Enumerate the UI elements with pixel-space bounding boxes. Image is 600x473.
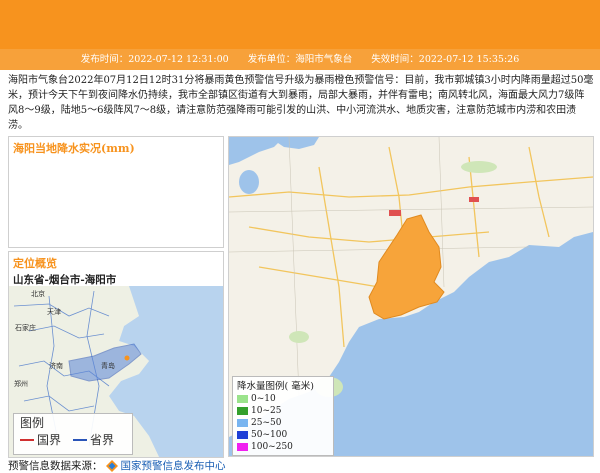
publish-time: 发布时间：2022-07-12 12:31:00	[80, 54, 229, 65]
overview-legend-title: 图例	[20, 416, 45, 430]
warning-center-logo-icon	[105, 459, 118, 472]
rainfall-legend: 降水量图例( 毫米) 0~10 10~25 25~50 50~100 100~2…	[232, 376, 334, 456]
legend-swatch-3	[237, 431, 248, 439]
legend-border: 国界	[37, 433, 62, 447]
rainfall-map[interactable]: 降水量图例( 毫米) 0~10 10~25 25~50 50~100 100~2…	[228, 136, 594, 457]
legend-swatch-2	[237, 419, 248, 427]
legend-item-1: 10~25	[233, 405, 333, 417]
map-label-qingdao: 青岛	[101, 361, 115, 370]
legend-label-1: 10~25	[251, 406, 282, 416]
legend-province: 省界	[90, 433, 115, 447]
legend-swatch-0	[237, 395, 248, 403]
legend-label-4: 100~250	[251, 442, 293, 452]
rain-panel-title: 海阳当地降水实况(mm)	[13, 142, 135, 155]
rain-panel: 海阳当地降水实况(mm)	[8, 136, 224, 248]
top-banner	[0, 0, 600, 49]
map-label-tianjin: 天津	[47, 308, 61, 316]
publisher: 发布单位：海阳市气象台	[247, 54, 353, 65]
legend-label-3: 50~100	[251, 430, 288, 440]
legend-swatch-4	[237, 443, 248, 451]
map-label-shijiazhuang: 石家庄	[15, 323, 36, 332]
border-line-icon	[20, 438, 34, 441]
province-line-icon	[73, 438, 88, 441]
map-label-zhengzhou: 郑州	[14, 380, 28, 388]
legend-label-2: 25~50	[251, 418, 282, 428]
legend-swatch-1	[237, 407, 248, 415]
overview-map[interactable]: 北京 天津 石家庄 济南 青岛 郑州 图例 国界 省界	[9, 286, 223, 457]
location-panel-title: 定位概览	[13, 257, 57, 270]
warning-description: 海阳市气象台2022年07月12日12时31分将暴雨黄色预警信号升级为暴雨橙色预…	[8, 75, 594, 131]
city-marker-rushan	[469, 197, 479, 202]
legend-item-2: 25~50	[233, 417, 333, 429]
legend-item-3: 50~100	[233, 429, 333, 441]
location-panel: 定位概览 山东省-烟台市-海阳市 北京 天津 石家庄 济南 青岛 郑州 图例 国…	[8, 251, 224, 458]
legend-item-4: 100~250	[233, 441, 333, 453]
haiyang-marker	[124, 355, 130, 361]
legend-item-0: 0~10	[233, 393, 333, 405]
map-label-beijing: 北京	[31, 289, 45, 298]
city-marker-laiyang	[389, 210, 401, 216]
overview-legend-row: 国界 省界	[14, 431, 132, 448]
info-bar: 发布时间：2022-07-12 12:31:00 发布单位：海阳市气象台 失效时…	[0, 49, 600, 70]
map-label-jinan: 济南	[49, 361, 63, 370]
legend-label-0: 0~10	[251, 394, 276, 404]
expire-time: 失效时间：2022-07-12 15:35:26	[371, 54, 520, 65]
overview-legend: 图例 国界 省界	[13, 413, 133, 455]
rainfall-legend-title: 降水量图例( 毫米)	[237, 381, 314, 392]
